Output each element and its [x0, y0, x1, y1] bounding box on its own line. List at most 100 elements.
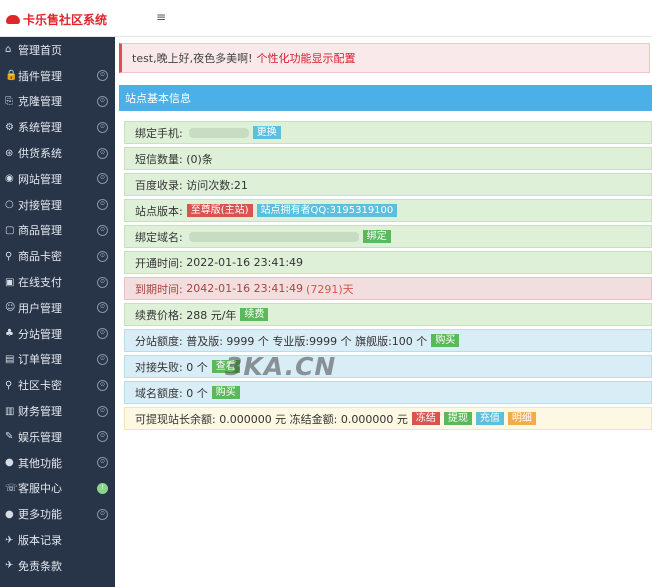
- sidebar-item-label: 商品管理: [18, 224, 62, 238]
- sms-value: (0)条: [186, 152, 213, 166]
- row-domain: 绑定域名: 绑定: [124, 225, 652, 248]
- sidebar-item-other[interactable]: ● 其他功能 ⊙: [0, 450, 115, 476]
- sidebar-item-more[interactable]: ● 更多功能 ⊙: [0, 501, 115, 527]
- row-label: 续费价格:: [135, 308, 183, 322]
- panel-title: 站点基本信息: [119, 85, 652, 111]
- sidebar-item-disclaimer[interactable]: ✈ 免责条款: [0, 553, 115, 579]
- menu-toggle-icon[interactable]: ≡: [156, 10, 166, 24]
- cloud-icon: [6, 15, 20, 24]
- sidebar-item-versions[interactable]: ✈ 版本记录: [0, 527, 115, 553]
- row-domain-quota: 域名额度: 0 个 购买: [124, 381, 652, 404]
- expire-time-value: 2042-01-16 23:41:49: [186, 282, 304, 295]
- key-icon: ⚲: [5, 250, 13, 262]
- bind-domain-button[interactable]: 绑定: [362, 230, 391, 243]
- expand-icon: ⊙: [97, 353, 108, 365]
- expire-days: (7291)天: [306, 282, 354, 296]
- supply-icon: ⊛: [5, 147, 14, 159]
- sidebar-item-label: 娱乐管理: [18, 430, 62, 444]
- change-phone-button[interactable]: 更换: [252, 126, 281, 139]
- buy-domain-quota-button[interactable]: 购买: [211, 386, 240, 399]
- fail-count: 0 个: [186, 360, 208, 374]
- key-icon: ⚲: [5, 379, 13, 391]
- sidebar-item-service[interactable]: ☏ 客服中心!: [0, 476, 115, 502]
- app-title: 卡乐售社区系统: [23, 13, 108, 27]
- sidebar-item-payment[interactable]: ▣ 在线支付 ⊙: [0, 269, 115, 295]
- renew-price: 288 元/年: [186, 308, 237, 322]
- row-version: 站点版本: 至尊版(主站) 站点拥有者QQ:3195319100: [124, 199, 652, 222]
- sidebar-item-clone[interactable]: ⎘ 克隆管理 ⊙: [0, 89, 115, 115]
- row-label: 域名额度:: [135, 386, 183, 400]
- row-open-time: 开通时间: 2022-01-16 23:41:49: [124, 251, 652, 274]
- sidebar-item-website[interactable]: ◉ 网站管理 ⊙: [0, 166, 115, 192]
- sidebar-item-label: 对接管理: [18, 198, 62, 212]
- sidebar-item-label: 系统管理: [18, 121, 62, 135]
- sidebar-item-label: 免责条款: [18, 559, 62, 573]
- sidebar-item-entertainment[interactable]: ✎ 娱乐管理 ⊙: [0, 424, 115, 450]
- phone-masked: [188, 127, 249, 138]
- sidebar-item-label: 财务管理: [18, 405, 62, 419]
- freeze-button[interactable]: 冻结: [411, 412, 440, 425]
- sidebar-item-plugins[interactable]: 🔒 插件管理 ⊙: [0, 63, 115, 89]
- sidebar-item-label: 在线支付: [18, 276, 62, 290]
- clone-icon: ⎘: [5, 95, 13, 107]
- row-docking-fail: 对接失败: 0 个 查看: [124, 355, 652, 378]
- sidebar-item-users[interactable]: ☺ 用户管理 ⊙: [0, 295, 115, 321]
- sidebar-item-label: 用户管理: [18, 301, 62, 315]
- sidebar-item-label: 客服中心: [18, 482, 62, 496]
- main-content: test,晚上好,夜色多美啊! 个性化功能显示配置 站点基本信息 绑定手机: 更…: [115, 37, 652, 587]
- sidebar-item-label: 插件管理: [18, 69, 62, 83]
- detail-button[interactable]: 明细: [507, 412, 536, 425]
- site-info-list: 绑定手机: 更换 短信数量: (0)条 百度收录: 访问次数:21 站点版本: …: [124, 121, 652, 433]
- row-baidu: 百度收录: 访问次数:21: [124, 173, 652, 196]
- row-label: 分站额度:: [135, 334, 183, 348]
- row-renew: 续费价格: 288 元/年 续费: [124, 303, 652, 326]
- expand-icon: ⊙: [97, 95, 108, 107]
- balance-text: 可提现站长余额: 0.000000 元 冻结金额: 0.000000 元: [135, 412, 408, 426]
- withdraw-button[interactable]: 提现: [443, 412, 472, 425]
- greeting-notice: test,晚上好,夜色多美啊! 个性化功能显示配置: [119, 43, 650, 73]
- sidebar-item-supply[interactable]: ⊛ 供货系统 ⊙: [0, 140, 115, 166]
- recharge-button[interactable]: 充值: [475, 412, 504, 425]
- chart-icon: ▥: [5, 405, 15, 417]
- row-label: 绑定域名:: [135, 230, 183, 244]
- top-bar: 卡乐售社区系统 ≡: [0, 0, 652, 37]
- expand-icon: ⊙: [97, 276, 108, 288]
- sidebar-item-substations[interactable]: ♣ 分站管理 ⊙: [0, 321, 115, 347]
- plane-icon: ✈: [5, 560, 14, 572]
- expand-icon: ⊙: [97, 328, 108, 340]
- sidebar-item-system[interactable]: ⚙ 系统管理 ⊙: [0, 114, 115, 140]
- lock-icon: 🔒: [5, 70, 18, 82]
- sidebar-item-finance[interactable]: ▥ 财务管理 ⊙: [0, 398, 115, 424]
- open-time-value: 2022-01-16 23:41:49: [186, 256, 304, 269]
- sidebar-item-label: 其他功能: [18, 456, 62, 470]
- row-expire-time: 到期时间: 2042-01-16 23:41:49 (7291)天: [124, 277, 652, 300]
- sidebar-item-label: 订单管理: [18, 353, 62, 367]
- expand-icon: ⊙: [97, 199, 108, 211]
- sidebar-item-label: 分站管理: [18, 327, 62, 341]
- app-logo[interactable]: 卡乐售社区系统: [6, 11, 107, 28]
- quota-value: 普及版: 9999 个 专业版:9999 个 旗舰版:100 个: [186, 334, 428, 348]
- payment-icon: ▣: [5, 276, 15, 288]
- sidebar-item-home[interactable]: ⌂ 管理首页: [0, 37, 115, 63]
- buy-quota-button[interactable]: 购买: [431, 334, 460, 347]
- sidebar-item-products[interactable]: ▢ 商品管理 ⊙: [0, 218, 115, 244]
- sidebar-item-community-cards[interactable]: ⚲ 社区卡密 ⊙: [0, 372, 115, 398]
- expand-icon: ⊙: [97, 431, 108, 443]
- gear-icon: ⚙: [5, 121, 14, 133]
- domain-quota-value: 0 个: [186, 386, 208, 400]
- sidebar-item-docking[interactable]: ○ 对接管理 ⊙: [0, 192, 115, 218]
- plane-icon: ✈: [5, 534, 14, 546]
- sidebar-item-label: 社区卡密: [18, 379, 62, 393]
- row-label: 开通时间:: [135, 256, 183, 270]
- row-label: 短信数量:: [135, 152, 183, 166]
- display-config-link[interactable]: 个性化功能显示配置: [257, 50, 356, 66]
- row-balance: 可提现站长余额: 0.000000 元 冻结金额: 0.000000 元 冻结 …: [124, 407, 652, 430]
- renew-button[interactable]: 续费: [240, 308, 269, 321]
- expand-icon: ⊙: [97, 379, 108, 391]
- row-label: 百度收录:: [135, 178, 183, 192]
- row-label: 到期时间:: [135, 282, 183, 296]
- sidebar-item-orders[interactable]: ▤ 订单管理 ⊙: [0, 347, 115, 373]
- sidebar-item-label: 版本记录: [18, 534, 62, 548]
- sidebar-item-product-cards[interactable]: ⚲ 商品卡密 ⊙: [0, 243, 115, 269]
- watermark: 3KA.CN: [225, 352, 337, 381]
